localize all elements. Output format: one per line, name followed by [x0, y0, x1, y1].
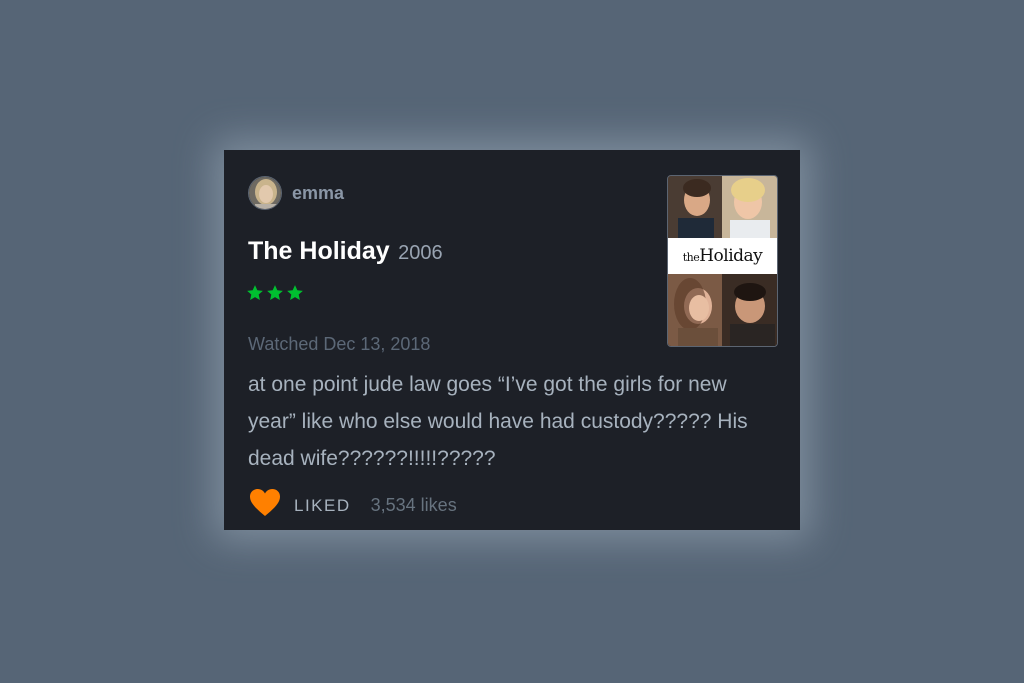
poster-title: theHoliday	[682, 246, 763, 266]
star-icon	[247, 285, 263, 300]
review-text: at one point jude law goes “I’ve got the…	[248, 373, 748, 470]
star-icon	[267, 285, 283, 300]
film-heading: The Holiday 2006	[248, 237, 443, 266]
watched-date[interactable]: Watched Dec 13, 2018	[248, 334, 430, 355]
likes-count[interactable]: 3,534 likes	[371, 495, 457, 516]
heart-icon[interactable]	[250, 489, 280, 522]
poster-title-band: theHoliday	[668, 238, 777, 274]
avatar[interactable]	[248, 176, 282, 210]
film-year[interactable]: 2006	[398, 242, 443, 264]
star-icon	[287, 285, 303, 300]
review-author[interactable]: emma	[248, 176, 344, 210]
film-poster[interactable]: theHoliday	[667, 175, 778, 347]
film-title[interactable]: The Holiday	[248, 237, 390, 265]
liked-label[interactable]: LIKED	[294, 496, 351, 516]
review-card: emma The Holiday 2006 Watched Dec 13, 20…	[224, 150, 800, 530]
star-rating	[246, 284, 304, 302]
likes-row: LIKED 3,534 likes	[250, 489, 457, 522]
username[interactable]: emma	[292, 183, 344, 204]
